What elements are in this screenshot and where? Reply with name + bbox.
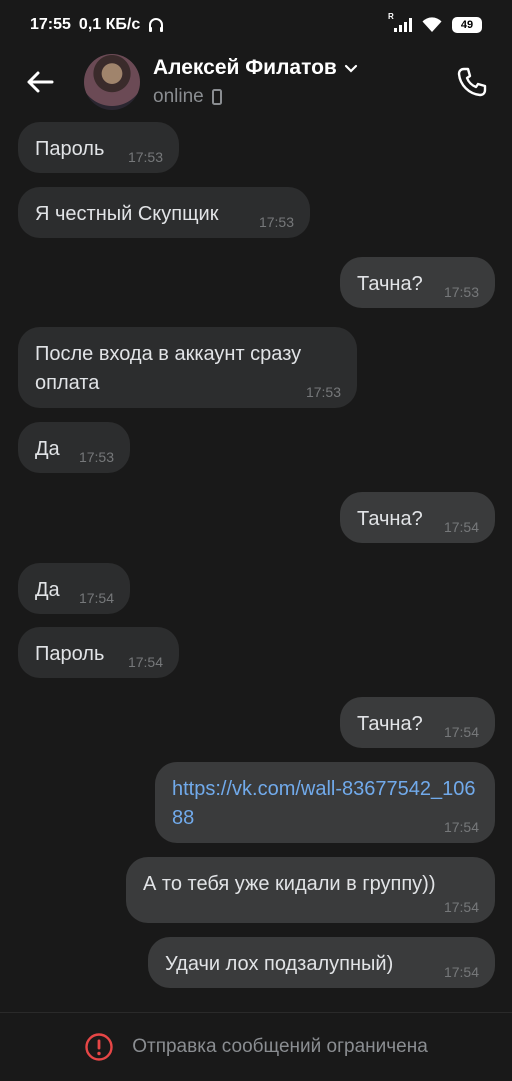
back-button[interactable] (20, 62, 60, 102)
chevron-down-icon (344, 64, 357, 73)
mobile-phone-icon (211, 89, 222, 105)
chat-header: Алексей Филатов online (0, 50, 512, 114)
contact-status: online (153, 86, 204, 107)
message-bubble[interactable]: Я честный Скупщик 17:53 (18, 187, 310, 238)
message-time: 17:53 (305, 384, 341, 400)
message-bubble[interactable]: Да 17:54 (18, 563, 130, 614)
message-time: 17:53 (258, 214, 294, 230)
message-time: 17:53 (127, 149, 163, 165)
headphones-icon (149, 18, 164, 32)
wifi-icon (422, 17, 442, 32)
message-link[interactable]: https://vk.com/wall-83677542_10688 (172, 775, 478, 833)
message-time: 17:53 (443, 284, 479, 300)
message-bubble[interactable]: Пароль 17:54 (18, 627, 179, 678)
messaging-restricted-bar: Отправка сообщений ограничена (0, 1012, 512, 1081)
alert-circle-icon (85, 1033, 113, 1061)
message-time: 17:54 (443, 519, 479, 535)
message-bubble[interactable]: А то тебя уже кидали в группу)) 17:54 (126, 857, 495, 923)
status-time: 17:55 (30, 16, 71, 33)
roaming-label: R (388, 12, 394, 21)
message-text: А то тебя уже кидали в группу)) (143, 873, 436, 895)
message-bubble[interactable]: Удачи лох подзалупный) 17:54 (148, 937, 495, 988)
cell-signal-icon: R (388, 12, 412, 32)
message-time: 17:54 (127, 654, 163, 670)
restriction-notice: Отправка сообщений ограничена (132, 1036, 428, 1057)
message-bubble[interactable]: Тачна? 17:53 (340, 257, 495, 308)
message-text: Я честный Скупщик (35, 203, 219, 225)
message-time: 17:54 (443, 819, 479, 835)
call-button[interactable] (452, 62, 492, 102)
message-bubble[interactable]: Пароль 17:53 (18, 122, 179, 173)
message-time: 17:54 (78, 590, 114, 606)
phone-icon (457, 67, 487, 97)
contact-info[interactable]: Алексей Филатов online (153, 56, 359, 108)
message-bubble[interactable]: Тачна? 17:54 (340, 492, 495, 543)
status-bar: 17:55 0,1 КБ/с R 49 (0, 0, 512, 50)
message-text: После входа в аккаунт сразу оплата (35, 343, 302, 394)
message-bubble[interactable]: После входа в аккаунт сразу оплата 17:53 (18, 327, 357, 408)
arrow-left-icon (27, 71, 54, 93)
battery-icon: 49 (452, 17, 482, 33)
contact-name: Алексей Филатов (153, 56, 337, 79)
message-text: Удачи лох подзалупный) (165, 953, 394, 975)
avatar[interactable] (84, 54, 140, 110)
network-speed: 0,1 КБ/с (78, 16, 141, 33)
message-bubble[interactable]: Да 17:53 (18, 422, 130, 473)
message-bubble[interactable]: Тачна? 17:54 (340, 697, 495, 748)
message-time: 17:54 (443, 964, 479, 980)
message-time: 17:53 (78, 449, 114, 465)
message-time: 17:54 (443, 724, 479, 740)
battery-level: 49 (460, 19, 474, 31)
message-bubble[interactable]: https://vk.com/wall-83677542_10688 17:54 (155, 762, 495, 843)
message-time: 17:54 (443, 899, 479, 915)
